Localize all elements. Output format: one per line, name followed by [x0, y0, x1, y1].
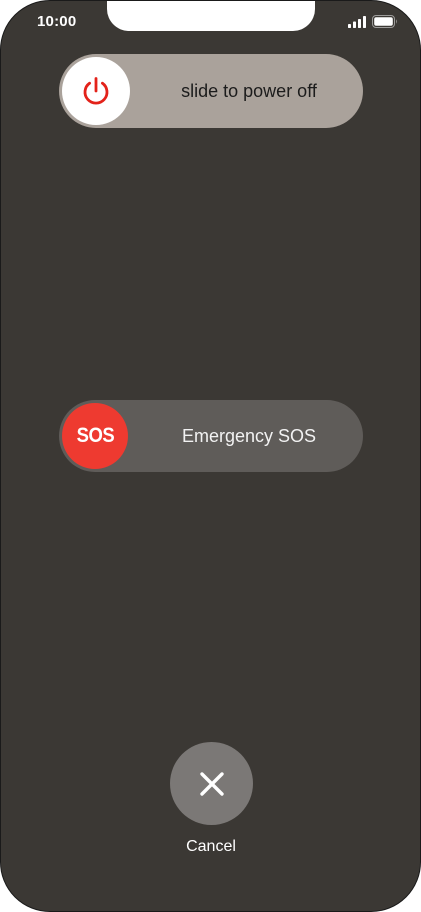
status-time: 10:00: [37, 13, 77, 30]
emergency-sos-label: Emergency SOS: [181, 425, 317, 446]
phone-screen: 10:00 slide to power off SOS Emergency S…: [0, 0, 421, 912]
cancel-button[interactable]: [170, 742, 253, 825]
sos-knob[interactable]: SOS: [62, 403, 128, 469]
cancel-label: Cancel: [186, 838, 236, 855]
power-off-slider[interactable]: slide to power off: [59, 54, 363, 128]
status-icons: [348, 15, 398, 28]
battery-icon: [372, 15, 397, 28]
emergency-sos-slider[interactable]: SOS Emergency SOS: [59, 400, 363, 472]
signal-icon: [348, 15, 366, 28]
notch: [107, 1, 315, 31]
power-icon: [83, 77, 109, 105]
close-icon: [199, 771, 224, 796]
power-off-knob[interactable]: [62, 57, 130, 125]
power-off-label: slide to power off: [181, 80, 317, 101]
sos-knob-text: SOS: [76, 424, 114, 447]
